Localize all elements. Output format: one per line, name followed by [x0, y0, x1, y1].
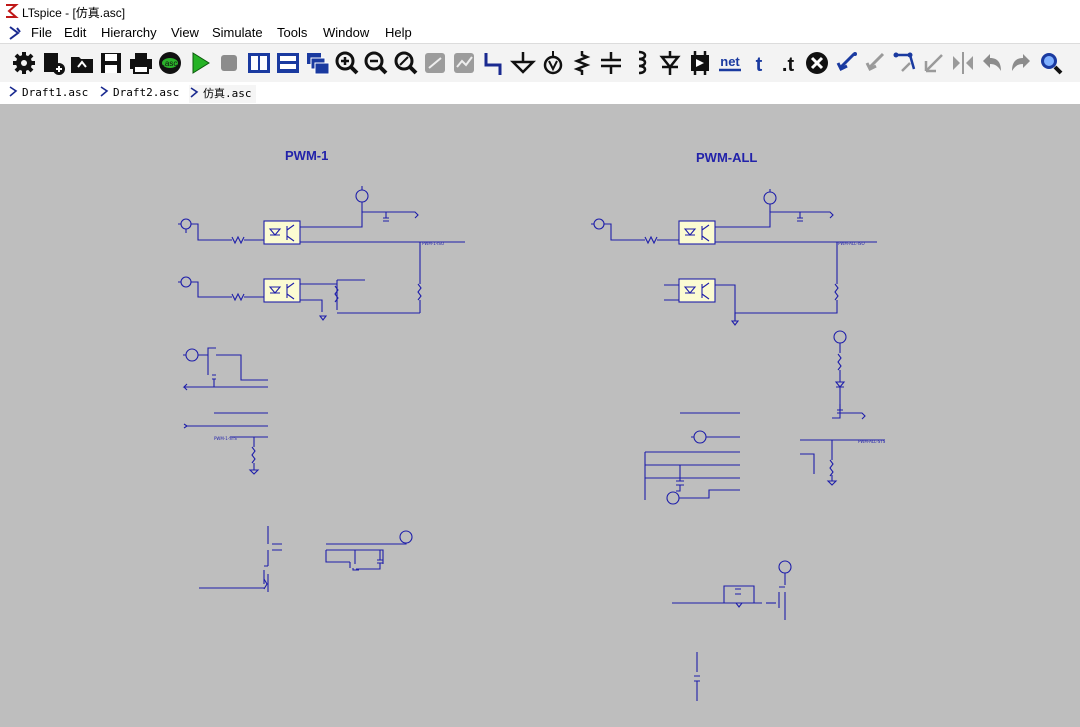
- tab-label: 仿真.asc: [203, 87, 252, 100]
- new-schematic-icon[interactable]: [40, 49, 66, 77]
- title-bar: LTspice - [仿真.asc]: [0, 0, 1080, 24]
- optocoupler-u1: [263, 220, 301, 245]
- ltspice-app-icon: [6, 4, 19, 18]
- label-icon[interactable]: [540, 49, 566, 77]
- tile-vertical-icon[interactable]: [246, 49, 272, 77]
- menu-file[interactable]: File: [31, 25, 52, 40]
- tile-horizontal-icon[interactable]: [275, 49, 301, 77]
- voltage-source-symbol: [180, 218, 192, 230]
- toolbar: .asc net t .t: [0, 43, 1080, 83]
- zoom-fit-icon[interactable]: [393, 49, 419, 77]
- run-icon[interactable]: [187, 49, 213, 77]
- ground-icon[interactable]: [510, 49, 536, 77]
- wire-icon[interactable]: [481, 49, 507, 77]
- save-icon[interactable]: [98, 49, 124, 77]
- window-title: LTspice - [仿真.asc]: [22, 6, 126, 20]
- menu-help[interactable]: Help: [385, 25, 412, 40]
- net-label-pwmall-sts: PWM-ALL-STS: [858, 439, 886, 444]
- net-label-pwm1-sts: PWM-1-STS: [214, 436, 237, 441]
- schematic-icon: [9, 86, 18, 97]
- diode-icon[interactable]: [657, 49, 683, 77]
- menu-window[interactable]: Window: [323, 25, 369, 40]
- optocoupler-u3: [678, 220, 716, 245]
- net-label-icon[interactable]: net: [716, 49, 744, 77]
- optocoupler-u2: [263, 278, 301, 303]
- menu-bar: File Edit Hierarchy View Simulate Tools …: [0, 23, 1080, 43]
- cascade-icon[interactable]: [305, 49, 331, 77]
- zoom-out-icon[interactable]: [363, 49, 389, 77]
- menu-simulate[interactable]: Simulate: [212, 25, 263, 40]
- component-icon[interactable]: [687, 49, 713, 77]
- mirror-icon[interactable]: [950, 49, 976, 77]
- spice-directive-icon[interactable]: .t: [775, 49, 801, 77]
- text-icon[interactable]: t: [746, 49, 772, 77]
- tab-simulation[interactable]: 仿真.asc: [189, 85, 256, 103]
- copy-icon[interactable]: [834, 49, 860, 77]
- svg-text:.t: .t: [782, 54, 795, 76]
- find-icon[interactable]: [1038, 49, 1064, 77]
- net-label-pwmall-iso: PWM-ALL-ISO: [838, 241, 865, 246]
- tab-draft2[interactable]: Draft2.asc: [99, 85, 179, 103]
- document-icon[interactable]: [8, 25, 22, 41]
- move-icon[interactable]: [863, 49, 889, 77]
- svg-text:t: t: [756, 54, 763, 76]
- zoom-in-icon[interactable]: [334, 49, 360, 77]
- halt-icon[interactable]: [216, 49, 242, 77]
- schematic-icon: [100, 86, 109, 97]
- delete-icon[interactable]: [804, 49, 830, 77]
- rotate-icon[interactable]: [921, 49, 947, 77]
- tab-label: Draft1.asc: [22, 86, 89, 99]
- schematic-canvas[interactable]: PWM-1 PWM-ALL PWM-1-ISO PWM-1-STS PWM-AL…: [0, 104, 1080, 727]
- print-icon[interactable]: [128, 49, 154, 77]
- document-tab-bar: Draft1.asc Draft2.asc 仿真.asc: [0, 82, 1080, 105]
- control-panel-icon[interactable]: [11, 49, 37, 77]
- schematic-drawing: PWM-1-ISO PWM-1-STS PWM-ALL-ISO PWM-ALL-…: [178, 186, 886, 701]
- autoscale-icon[interactable]: [422, 49, 448, 77]
- open-icon[interactable]: [69, 49, 95, 77]
- resistor-icon[interactable]: [569, 49, 595, 77]
- menu-view[interactable]: View: [171, 25, 199, 40]
- waveform-icon[interactable]: [451, 49, 477, 77]
- tab-label: Draft2.asc: [113, 86, 180, 99]
- net-label-pwm1-iso: PWM-1-ISO: [422, 241, 444, 246]
- capacitor-icon[interactable]: [598, 49, 624, 77]
- redo-icon[interactable]: [1008, 49, 1034, 77]
- svg-text:net: net: [720, 54, 740, 69]
- menu-edit[interactable]: Edit: [64, 25, 86, 40]
- optocoupler-u4: [678, 278, 716, 303]
- tab-draft1[interactable]: Draft1.asc: [8, 85, 88, 103]
- menu-tools[interactable]: Tools: [277, 25, 307, 40]
- svg-text:.asc: .asc: [163, 59, 178, 68]
- menu-hierarchy[interactable]: Hierarchy: [101, 25, 157, 40]
- drag-icon[interactable]: [892, 49, 918, 77]
- asc-setup-icon[interactable]: .asc: [157, 49, 183, 77]
- undo-icon[interactable]: [979, 49, 1005, 77]
- inductor-icon[interactable]: [628, 49, 654, 77]
- schematic-icon: [190, 87, 199, 98]
